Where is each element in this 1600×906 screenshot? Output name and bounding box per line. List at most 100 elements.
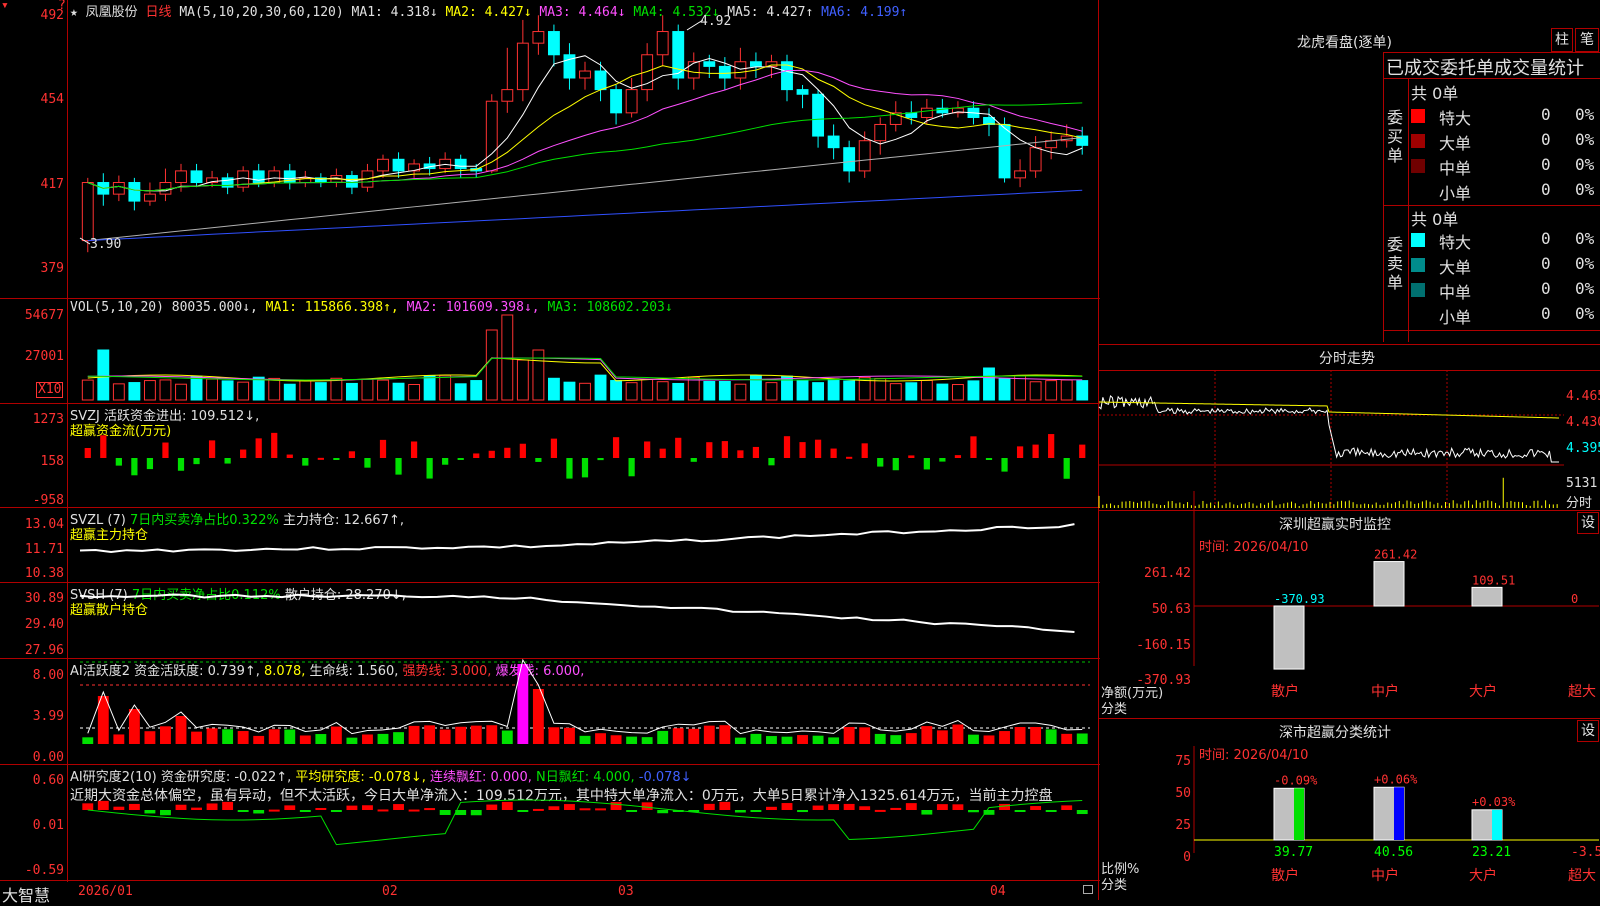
sz-classify-chart[interactable]: -0.09% 39.77 散户 +0.06% 40.56 中户 +0.03% 23.21 大户 -… bbox=[1099, 718, 1600, 900]
flow-bar bbox=[970, 436, 977, 458]
main-force-chart[interactable] bbox=[0, 507, 1100, 582]
flow-bar bbox=[908, 455, 915, 458]
volume-bar bbox=[672, 382, 685, 401]
volume-bar bbox=[734, 383, 747, 401]
ai-research-chart[interactable] bbox=[0, 764, 1100, 880]
retail-holding-chart[interactable] bbox=[0, 582, 1100, 658]
flow-bar bbox=[162, 442, 169, 458]
research-bar bbox=[766, 806, 777, 810]
research-bar bbox=[734, 810, 746, 813]
intraday-price-low: 4.395 bbox=[1566, 441, 1600, 456]
category-label[interactable]: 散户 bbox=[1271, 867, 1299, 884]
activity-bar bbox=[532, 689, 544, 744]
vol-ma-line bbox=[87, 357, 1083, 381]
research-bar bbox=[501, 801, 513, 810]
research-bar bbox=[564, 804, 575, 810]
volume-bar bbox=[641, 379, 654, 401]
flow-bar bbox=[628, 458, 635, 477]
volume-bar bbox=[812, 382, 825, 401]
activity-bar bbox=[548, 727, 560, 744]
category-label[interactable]: 中户 bbox=[1371, 683, 1399, 700]
volume-bar bbox=[827, 378, 840, 401]
volume-chart[interactable] bbox=[0, 298, 1100, 403]
candle-body bbox=[175, 170, 187, 184]
category-bar bbox=[1273, 605, 1305, 670]
category-bar-accent bbox=[1492, 809, 1502, 840]
category-label[interactable]: 超大 bbox=[1568, 684, 1596, 700]
research-bar bbox=[113, 806, 125, 810]
research-bar bbox=[843, 803, 855, 810]
activity-bar bbox=[393, 732, 404, 744]
candle-body bbox=[610, 89, 623, 114]
app-logo[interactable]: 大智慧 bbox=[2, 882, 50, 906]
category-label[interactable]: 大户 bbox=[1469, 867, 1497, 884]
category-label[interactable]: 散户 bbox=[1271, 683, 1299, 700]
dragon-tiger-subtitle: 已成交委托单成交量统计 bbox=[1386, 58, 1584, 79]
activity-bar bbox=[175, 716, 187, 744]
intraday-price-mid: 4.430 bbox=[1566, 415, 1600, 430]
activity-bar bbox=[766, 736, 777, 744]
research-bar bbox=[595, 808, 606, 811]
ai-activity-chart[interactable] bbox=[0, 658, 1100, 764]
volume-bar bbox=[687, 376, 700, 401]
order-count: 0 bbox=[1541, 279, 1551, 298]
lock-icon[interactable] bbox=[1083, 885, 1093, 894]
flow-bar bbox=[954, 455, 962, 458]
intraday-chart[interactable] bbox=[1098, 370, 1564, 510]
activity-bar bbox=[160, 726, 171, 744]
activity-bar bbox=[237, 731, 249, 744]
activity-bar bbox=[1030, 726, 1042, 744]
activity-bar bbox=[346, 737, 358, 744]
order-pct: 0% bbox=[1575, 155, 1595, 174]
bar-value-label: -370.93 bbox=[1274, 592, 1325, 606]
order-pct: 0% bbox=[1575, 254, 1595, 273]
category-label[interactable]: 大户 bbox=[1469, 683, 1497, 700]
flow-bar bbox=[985, 458, 993, 460]
candle-body bbox=[516, 42, 529, 91]
category-label[interactable]: 超大 bbox=[1568, 868, 1596, 884]
volume-bar bbox=[951, 384, 964, 401]
flow-bar bbox=[364, 458, 371, 468]
sz-monitor-chart[interactable]: -370.93 散户 261.42 中户 109.51 大户 0 超大 bbox=[1099, 491, 1600, 720]
activity-bar bbox=[921, 726, 933, 744]
flow-bar bbox=[814, 439, 822, 458]
order-size-swatch bbox=[1411, 134, 1425, 148]
pen-mode-button[interactable]: 笔 bbox=[1575, 28, 1599, 52]
ratio-value: -3.54 bbox=[1571, 845, 1600, 860]
candlestick-chart[interactable] bbox=[0, 0, 1100, 298]
sell-total: 共 0单 bbox=[1411, 210, 1459, 229]
activity-bar bbox=[284, 729, 296, 744]
order-size-label: 小单 bbox=[1439, 308, 1472, 327]
volume-bar bbox=[175, 383, 187, 401]
main-chart-area[interactable]: ▾ ? ★ 凤凰股份 日线 MA(5,10,20,30,60,120) MA1:… bbox=[0, 0, 1100, 905]
research-bar bbox=[968, 810, 979, 813]
category-label[interactable]: 中户 bbox=[1371, 867, 1399, 884]
candle-body bbox=[718, 65, 731, 79]
bar-mode-button[interactable]: 柱 bbox=[1551, 28, 1573, 52]
activity-bar bbox=[734, 737, 746, 744]
volume-bar bbox=[1045, 380, 1058, 401]
right-sidebar: 龙虎看盘(逐单) 柱 笔 已成交委托单成交量统计 委买单 委卖单 共 0单 共 … bbox=[1098, 0, 1600, 900]
activity-bar bbox=[936, 730, 948, 744]
flow-bar bbox=[240, 449, 247, 458]
volume-bar bbox=[97, 349, 110, 401]
flow-bar bbox=[783, 436, 791, 458]
activity-bar bbox=[874, 733, 886, 744]
research-bar bbox=[222, 801, 234, 810]
flow-bar bbox=[612, 437, 620, 458]
candle-body bbox=[377, 158, 389, 172]
order-size-swatch bbox=[1411, 109, 1425, 123]
research-bar bbox=[921, 810, 933, 815]
flow-bar bbox=[597, 458, 604, 461]
order-count: 0 bbox=[1541, 254, 1551, 273]
research-bar bbox=[268, 809, 280, 812]
research-bar bbox=[532, 808, 544, 811]
avg-research-line bbox=[87, 799, 1083, 846]
money-flow-chart[interactable] bbox=[0, 403, 1100, 507]
activity-bar bbox=[424, 725, 436, 744]
research-bar bbox=[424, 808, 436, 811]
research-bar bbox=[626, 810, 638, 812]
change-label: +0.06% bbox=[1374, 772, 1418, 786]
activity-bar bbox=[952, 724, 964, 744]
activity-bar bbox=[408, 725, 420, 744]
